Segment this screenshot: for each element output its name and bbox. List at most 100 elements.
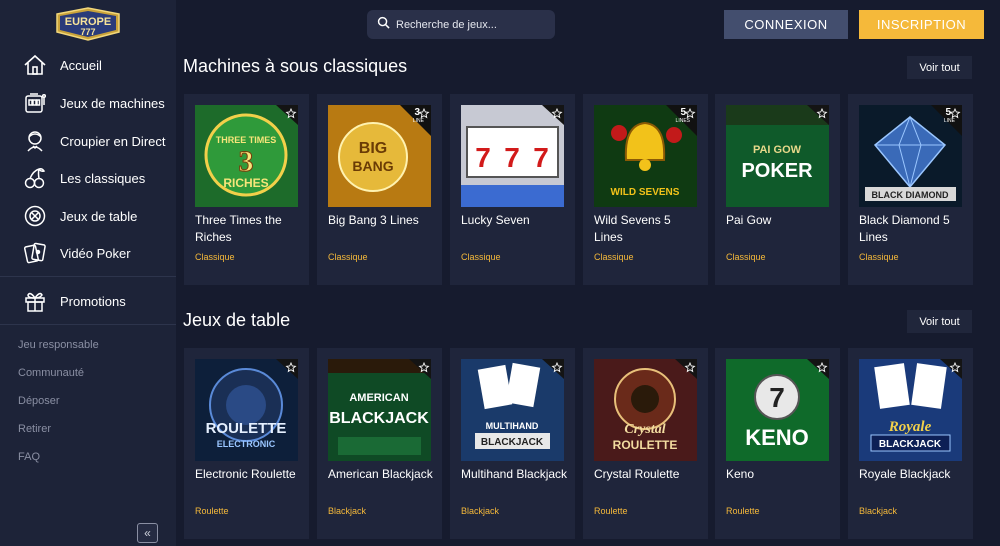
sidebar-item-jeux-de-table[interactable]: Jeux de table <box>0 199 176 233</box>
game-category: Classique <box>726 252 766 262</box>
svg-text:THREE TIMES: THREE TIMES <box>216 135 277 145</box>
game-title[interactable]: Pai Gow <box>726 212 834 229</box>
favorite-star-icon[interactable] <box>542 105 564 125</box>
svg-text:POKER: POKER <box>741 160 813 182</box>
dealer-icon <box>22 128 48 154</box>
search-input[interactable] <box>396 18 546 31</box>
svg-text:3: 3 <box>239 145 254 178</box>
game-category: Classique <box>195 252 235 262</box>
game-card[interactable]: 7 KENO Keno Roulette <box>715 348 840 539</box>
link-retirer[interactable]: Retirer <box>18 423 51 435</box>
sidebar-item-label: Croupier en Direct <box>60 133 166 149</box>
svg-text:Royale: Royale <box>888 419 932 435</box>
svg-text:BLACKJACK: BLACKJACK <box>329 410 429 427</box>
gift-icon <box>22 288 48 314</box>
login-button[interactable]: CONNEXION <box>724 10 848 39</box>
link-faq[interactable]: FAQ <box>18 451 40 463</box>
game-title[interactable]: Three Times the Riches <box>195 212 303 246</box>
game-title[interactable]: Lucky Seven <box>461 212 569 229</box>
favorite-star-icon[interactable] <box>807 359 829 379</box>
game-category: Roulette <box>195 506 229 516</box>
game-category: Roulette <box>726 506 760 516</box>
game-title[interactable]: Royale Blackjack <box>859 466 967 483</box>
game-title[interactable]: Wild Sevens 5 Lines <box>594 212 702 246</box>
game-category: Blackjack <box>461 506 500 516</box>
link-deposer[interactable]: Déposer <box>18 395 60 407</box>
collapse-sidebar-button[interactable]: « <box>137 523 158 543</box>
game-title[interactable]: Keno <box>726 466 834 483</box>
search-icon <box>377 16 390 34</box>
game-category: Classique <box>594 252 634 262</box>
game-card[interactable]: ROULETTE ELECTRONIC Electronic Roulette Rou… <box>184 348 309 539</box>
svg-text:7: 7 <box>504 142 520 173</box>
link-communaute[interactable]: Communauté <box>18 367 84 379</box>
sidebar-item-label: Accueil <box>60 57 102 73</box>
svg-text:7: 7 <box>769 382 785 413</box>
view-all-button-table[interactable]: Voir tout <box>907 310 972 333</box>
favorite-star-icon[interactable] <box>542 359 564 379</box>
game-card[interactable]: Crystal ROULETTE Crystal Roulette Roulette <box>583 348 708 539</box>
favorite-star-icon[interactable] <box>675 105 697 125</box>
game-category: Roulette <box>594 506 628 516</box>
game-category: Classique <box>859 252 899 262</box>
logo[interactable]: EUROPE 777 <box>53 6 123 42</box>
link-jeu-responsable[interactable]: Jeu responsable <box>18 339 99 351</box>
game-card[interactable]: 7 7 7 Lucky Seven Classique <box>450 94 575 285</box>
svg-text:KENO: KENO <box>745 425 809 450</box>
favorite-star-icon[interactable] <box>276 359 298 379</box>
slot-machine-icon <box>22 90 48 116</box>
view-all-button-machines[interactable]: Voir tout <box>907 56 972 79</box>
sidebar-item-jeux-de-machines[interactable]: Jeux de machines <box>0 86 176 120</box>
svg-text:BLACKJACK: BLACKJACK <box>879 439 942 450</box>
cherries-icon <box>22 165 48 191</box>
game-category: Blackjack <box>859 506 898 516</box>
favorite-star-icon[interactable] <box>409 105 431 125</box>
game-card[interactable]: THREE TIMES 3 RICHES Three Times the Riches… <box>184 94 309 285</box>
sidebar-item-label: Jeux de machines <box>60 95 165 111</box>
svg-text:PAI GOW: PAI GOW <box>753 144 802 156</box>
game-title[interactable]: Crystal Roulette <box>594 466 702 483</box>
svg-text:BANG: BANG <box>352 158 393 174</box>
svg-text:777: 777 <box>80 27 95 37</box>
sidebar-item-promotions[interactable]: Promotions <box>0 284 176 318</box>
favorite-star-icon[interactable] <box>940 105 962 125</box>
sidebar-item-label: Vidéo Poker <box>60 245 131 261</box>
sidebar-item-label: Les classiques <box>60 170 146 186</box>
sidebar-item-video-poker[interactable]: Vidéo Poker <box>0 236 176 270</box>
game-title[interactable]: Electronic Roulette <box>195 466 303 483</box>
svg-text:ELECTRONIC: ELECTRONIC <box>217 439 276 449</box>
favorite-star-icon[interactable] <box>409 359 431 379</box>
game-title[interactable]: American Blackjack <box>328 466 436 483</box>
sidebar-item-les-classiques[interactable]: Les classiques <box>0 161 176 195</box>
game-card[interactable]: BLACK DIAMOND 5 LINE Black Diamond 5 Lines C… <box>848 94 973 285</box>
favorite-star-icon[interactable] <box>276 105 298 125</box>
svg-text:AMERICAN: AMERICAN <box>349 392 408 404</box>
svg-text:BIG: BIG <box>359 140 387 157</box>
sidebar-item-croupier-en-direct[interactable]: Croupier en Direct <box>0 124 176 158</box>
game-title[interactable]: Black Diamond 5 Lines <box>859 212 967 246</box>
game-card[interactable]: WILD SEVENS 5 LINES Wild Sevens 5 Lines Clas… <box>583 94 708 285</box>
sidebar-divider <box>0 324 176 325</box>
game-card[interactable]: BIG BANG 3 LINE Big Bang 3 Lines Classique <box>317 94 442 285</box>
game-title[interactable]: Multihand Blackjack <box>461 466 569 483</box>
sidebar-divider <box>0 276 176 277</box>
svg-text:ROULETTE: ROULETTE <box>613 438 678 452</box>
svg-text:RICHES: RICHES <box>223 176 268 190</box>
game-card[interactable]: MULTIHAND BLACKJACK Multihand Blackjack Bla… <box>450 348 575 539</box>
sidebar-item-label: Jeux de table <box>60 208 138 224</box>
search-bar[interactable] <box>367 10 555 39</box>
svg-text:BLACK DIAMOND: BLACK DIAMOND <box>872 190 949 200</box>
game-title[interactable]: Big Bang 3 Lines <box>328 212 436 229</box>
cards-icon <box>22 240 48 266</box>
favorite-star-icon[interactable] <box>940 359 962 379</box>
game-card[interactable]: AMERICAN BLACKJACK American Blackjack Black… <box>317 348 442 539</box>
sidebar-item-label: Promotions <box>60 293 126 309</box>
svg-text:WILD SEVENS: WILD SEVENS <box>611 187 680 198</box>
favorite-star-icon[interactable] <box>675 359 697 379</box>
game-card[interactable]: PAI GOW POKER Pai Gow Classique <box>715 94 840 285</box>
favorite-star-icon[interactable] <box>807 105 829 125</box>
signup-button[interactable]: INSCRIPTION <box>859 10 984 39</box>
game-card[interactable]: Royale BLACKJACK Royale Blackjack Blackjack <box>848 348 973 539</box>
sidebar-item-accueil[interactable]: Accueil <box>0 48 176 82</box>
svg-text:BLACKJACK: BLACKJACK <box>481 437 544 448</box>
